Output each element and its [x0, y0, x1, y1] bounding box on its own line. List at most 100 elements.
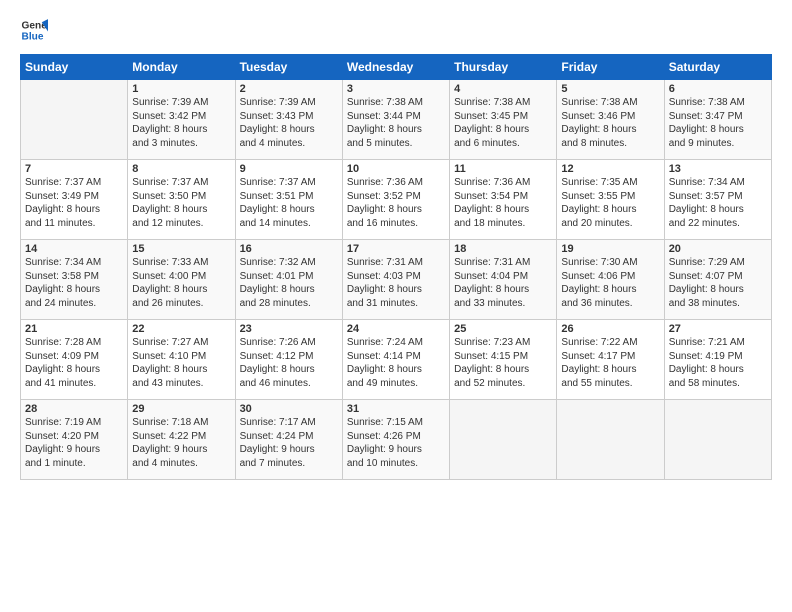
header-cell-sunday: Sunday [21, 55, 128, 80]
header-cell-monday: Monday [128, 55, 235, 80]
day-number: 17 [347, 243, 445, 255]
calendar-week-3: 14Sunrise: 7:34 AM Sunset: 3:58 PM Dayli… [21, 240, 772, 320]
day-info: Sunrise: 7:28 AM Sunset: 4:09 PM Dayligh… [25, 336, 123, 390]
calendar-cell: 16Sunrise: 7:32 AM Sunset: 4:01 PM Dayli… [235, 240, 342, 320]
day-number: 8 [132, 163, 230, 175]
calendar-cell: 31Sunrise: 7:15 AM Sunset: 4:26 PM Dayli… [342, 400, 449, 480]
day-info: Sunrise: 7:34 AM Sunset: 3:58 PM Dayligh… [25, 256, 123, 310]
day-number: 11 [454, 163, 552, 175]
day-info: Sunrise: 7:39 AM Sunset: 3:43 PM Dayligh… [240, 96, 338, 150]
day-info: Sunrise: 7:38 AM Sunset: 3:45 PM Dayligh… [454, 96, 552, 150]
calendar-cell: 9Sunrise: 7:37 AM Sunset: 3:51 PM Daylig… [235, 160, 342, 240]
header-cell-friday: Friday [557, 55, 664, 80]
day-number: 27 [669, 323, 767, 335]
calendar-cell: 22Sunrise: 7:27 AM Sunset: 4:10 PM Dayli… [128, 320, 235, 400]
day-number: 22 [132, 323, 230, 335]
day-number: 7 [25, 163, 123, 175]
calendar-cell: 28Sunrise: 7:19 AM Sunset: 4:20 PM Dayli… [21, 400, 128, 480]
day-info: Sunrise: 7:31 AM Sunset: 4:03 PM Dayligh… [347, 256, 445, 310]
calendar-week-4: 21Sunrise: 7:28 AM Sunset: 4:09 PM Dayli… [21, 320, 772, 400]
day-number: 9 [240, 163, 338, 175]
day-number: 13 [669, 163, 767, 175]
calendar-cell [557, 400, 664, 480]
day-number: 29 [132, 403, 230, 415]
calendar-cell: 26Sunrise: 7:22 AM Sunset: 4:17 PM Dayli… [557, 320, 664, 400]
day-number: 25 [454, 323, 552, 335]
calendar-cell: 8Sunrise: 7:37 AM Sunset: 3:50 PM Daylig… [128, 160, 235, 240]
calendar-cell: 29Sunrise: 7:18 AM Sunset: 4:22 PM Dayli… [128, 400, 235, 480]
day-info: Sunrise: 7:23 AM Sunset: 4:15 PM Dayligh… [454, 336, 552, 390]
calendar-week-2: 7Sunrise: 7:37 AM Sunset: 3:49 PM Daylig… [21, 160, 772, 240]
calendar-week-1: 1Sunrise: 7:39 AM Sunset: 3:42 PM Daylig… [21, 80, 772, 160]
logo-icon: General Blue [20, 16, 48, 44]
day-number: 23 [240, 323, 338, 335]
page: General Blue SundayMondayTuesdayWednesda… [0, 0, 792, 612]
day-info: Sunrise: 7:33 AM Sunset: 4:00 PM Dayligh… [132, 256, 230, 310]
calendar-cell: 2Sunrise: 7:39 AM Sunset: 3:43 PM Daylig… [235, 80, 342, 160]
calendar-cell: 23Sunrise: 7:26 AM Sunset: 4:12 PM Dayli… [235, 320, 342, 400]
header-row: SundayMondayTuesdayWednesdayThursdayFrid… [21, 55, 772, 80]
calendar-cell [21, 80, 128, 160]
day-info: Sunrise: 7:21 AM Sunset: 4:19 PM Dayligh… [669, 336, 767, 390]
day-number: 5 [561, 83, 659, 95]
day-number: 30 [240, 403, 338, 415]
day-info: Sunrise: 7:24 AM Sunset: 4:14 PM Dayligh… [347, 336, 445, 390]
day-number: 4 [454, 83, 552, 95]
day-info: Sunrise: 7:37 AM Sunset: 3:50 PM Dayligh… [132, 176, 230, 230]
day-info: Sunrise: 7:32 AM Sunset: 4:01 PM Dayligh… [240, 256, 338, 310]
calendar-body: 1Sunrise: 7:39 AM Sunset: 3:42 PM Daylig… [21, 80, 772, 480]
svg-text:Blue: Blue [22, 31, 44, 42]
calendar-cell: 18Sunrise: 7:31 AM Sunset: 4:04 PM Dayli… [450, 240, 557, 320]
day-info: Sunrise: 7:38 AM Sunset: 3:46 PM Dayligh… [561, 96, 659, 150]
day-number: 2 [240, 83, 338, 95]
calendar-week-5: 28Sunrise: 7:19 AM Sunset: 4:20 PM Dayli… [21, 400, 772, 480]
calendar-cell: 1Sunrise: 7:39 AM Sunset: 3:42 PM Daylig… [128, 80, 235, 160]
day-info: Sunrise: 7:39 AM Sunset: 3:42 PM Dayligh… [132, 96, 230, 150]
day-info: Sunrise: 7:37 AM Sunset: 3:51 PM Dayligh… [240, 176, 338, 230]
calendar-header: SundayMondayTuesdayWednesdayThursdayFrid… [21, 55, 772, 80]
calendar-cell: 30Sunrise: 7:17 AM Sunset: 4:24 PM Dayli… [235, 400, 342, 480]
day-number: 10 [347, 163, 445, 175]
calendar-cell: 13Sunrise: 7:34 AM Sunset: 3:57 PM Dayli… [664, 160, 771, 240]
day-number: 3 [347, 83, 445, 95]
calendar-cell: 6Sunrise: 7:38 AM Sunset: 3:47 PM Daylig… [664, 80, 771, 160]
logo: General Blue [20, 16, 48, 44]
day-info: Sunrise: 7:38 AM Sunset: 3:47 PM Dayligh… [669, 96, 767, 150]
day-info: Sunrise: 7:22 AM Sunset: 4:17 PM Dayligh… [561, 336, 659, 390]
calendar-cell [450, 400, 557, 480]
day-info: Sunrise: 7:31 AM Sunset: 4:04 PM Dayligh… [454, 256, 552, 310]
calendar-cell: 24Sunrise: 7:24 AM Sunset: 4:14 PM Dayli… [342, 320, 449, 400]
calendar-cell: 5Sunrise: 7:38 AM Sunset: 3:46 PM Daylig… [557, 80, 664, 160]
day-info: Sunrise: 7:15 AM Sunset: 4:26 PM Dayligh… [347, 416, 445, 470]
calendar-cell: 3Sunrise: 7:38 AM Sunset: 3:44 PM Daylig… [342, 80, 449, 160]
day-info: Sunrise: 7:37 AM Sunset: 3:49 PM Dayligh… [25, 176, 123, 230]
calendar-cell: 4Sunrise: 7:38 AM Sunset: 3:45 PM Daylig… [450, 80, 557, 160]
calendar-cell: 7Sunrise: 7:37 AM Sunset: 3:49 PM Daylig… [21, 160, 128, 240]
header-cell-thursday: Thursday [450, 55, 557, 80]
calendar-cell: 21Sunrise: 7:28 AM Sunset: 4:09 PM Dayli… [21, 320, 128, 400]
header: General Blue [20, 16, 772, 44]
calendar-cell: 11Sunrise: 7:36 AM Sunset: 3:54 PM Dayli… [450, 160, 557, 240]
day-info: Sunrise: 7:38 AM Sunset: 3:44 PM Dayligh… [347, 96, 445, 150]
day-info: Sunrise: 7:18 AM Sunset: 4:22 PM Dayligh… [132, 416, 230, 470]
day-info: Sunrise: 7:29 AM Sunset: 4:07 PM Dayligh… [669, 256, 767, 310]
day-number: 1 [132, 83, 230, 95]
header-cell-tuesday: Tuesday [235, 55, 342, 80]
day-number: 24 [347, 323, 445, 335]
day-info: Sunrise: 7:34 AM Sunset: 3:57 PM Dayligh… [669, 176, 767, 230]
day-info: Sunrise: 7:26 AM Sunset: 4:12 PM Dayligh… [240, 336, 338, 390]
day-number: 28 [25, 403, 123, 415]
day-number: 20 [669, 243, 767, 255]
header-cell-wednesday: Wednesday [342, 55, 449, 80]
day-number: 14 [25, 243, 123, 255]
calendar-cell: 27Sunrise: 7:21 AM Sunset: 4:19 PM Dayli… [664, 320, 771, 400]
day-number: 15 [132, 243, 230, 255]
day-number: 26 [561, 323, 659, 335]
calendar-cell: 19Sunrise: 7:30 AM Sunset: 4:06 PM Dayli… [557, 240, 664, 320]
calendar-cell [664, 400, 771, 480]
calendar-cell: 20Sunrise: 7:29 AM Sunset: 4:07 PM Dayli… [664, 240, 771, 320]
calendar-cell: 15Sunrise: 7:33 AM Sunset: 4:00 PM Dayli… [128, 240, 235, 320]
day-info: Sunrise: 7:35 AM Sunset: 3:55 PM Dayligh… [561, 176, 659, 230]
day-info: Sunrise: 7:19 AM Sunset: 4:20 PM Dayligh… [25, 416, 123, 470]
day-number: 19 [561, 243, 659, 255]
